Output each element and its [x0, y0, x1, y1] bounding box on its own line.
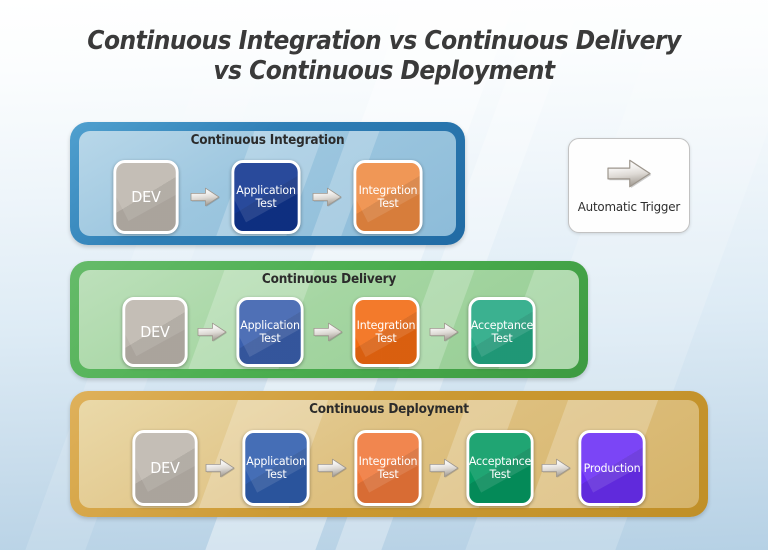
stage-label: Acceptance Test	[468, 454, 532, 481]
arrow-right-icon	[313, 321, 343, 343]
stage-node[interactable]: Acceptance Test	[466, 430, 534, 506]
stage-label: Application Test	[246, 454, 306, 481]
arrow-right-icon	[197, 321, 227, 343]
legend-label: Automatic Trigger	[577, 199, 681, 214]
stage-label: Integration Test	[358, 183, 417, 210]
stage-label: Integration Test	[358, 454, 418, 481]
arrow-right-icon	[429, 321, 459, 343]
panel-title: Continuous Delivery	[261, 272, 397, 287]
diagram-canvas: Continuous Integration vs Continuous Del…	[0, 0, 768, 550]
arrow-right-icon	[429, 457, 459, 479]
panel-title: Continuous Integration	[190, 133, 345, 148]
stage-label: Acceptance Test	[470, 318, 534, 345]
arrow-right-icon	[606, 157, 652, 190]
arrow-right-icon	[312, 186, 342, 208]
flow-row: DEV Application Test Integration Test	[70, 160, 465, 234]
stage-label: DEV	[150, 458, 180, 477]
arrow-right-icon	[317, 457, 347, 479]
diagram-title: Continuous Integration vs Continuous Del…	[87, 26, 681, 86]
arrow-right-icon	[205, 457, 235, 479]
panel-continuous-deployment: Continuous Deployment DEV Application Tes…	[70, 391, 708, 517]
stage-label: Application Test	[240, 318, 300, 345]
stage-node[interactable]: Integration Test	[352, 297, 420, 367]
stage-node[interactable]: Integration Test	[352, 160, 423, 234]
legend-automatic-trigger: Automatic Trigger	[568, 138, 690, 233]
panel-continuous-integration: Continuous Integration DEV Application Te…	[70, 122, 465, 245]
stage-label: Production	[583, 460, 641, 475]
stage-node[interactable]: Application Test	[230, 160, 301, 234]
stage-node[interactable]: DEV	[132, 430, 198, 506]
stage-node[interactable]: DEV	[122, 297, 188, 367]
stage-node[interactable]: Production	[578, 430, 646, 506]
panel-continuous-delivery: Continuous Delivery DEV Application Test I…	[70, 261, 588, 378]
flow-row: DEV Application Test Integration Test Accep…	[70, 297, 588, 367]
stage-node[interactable]: Acceptance Test	[468, 297, 536, 367]
stage-node[interactable]: Integration Test	[354, 430, 422, 506]
panel-title: Continuous Deployment	[309, 402, 469, 417]
stage-node[interactable]: Application Test	[242, 430, 310, 506]
stage-node[interactable]: Application Test	[236, 297, 304, 367]
flow-row: DEV Application Test Integration Test Accep…	[70, 430, 708, 506]
arrow-right-icon	[541, 457, 571, 479]
stage-label: DEV	[140, 322, 170, 341]
stage-label: Application Test	[235, 183, 296, 210]
stage-label: Integration Test	[356, 318, 416, 345]
stage-node[interactable]: DEV	[112, 160, 179, 234]
stage-label: DEV	[130, 187, 161, 206]
arrow-right-icon	[190, 186, 220, 208]
